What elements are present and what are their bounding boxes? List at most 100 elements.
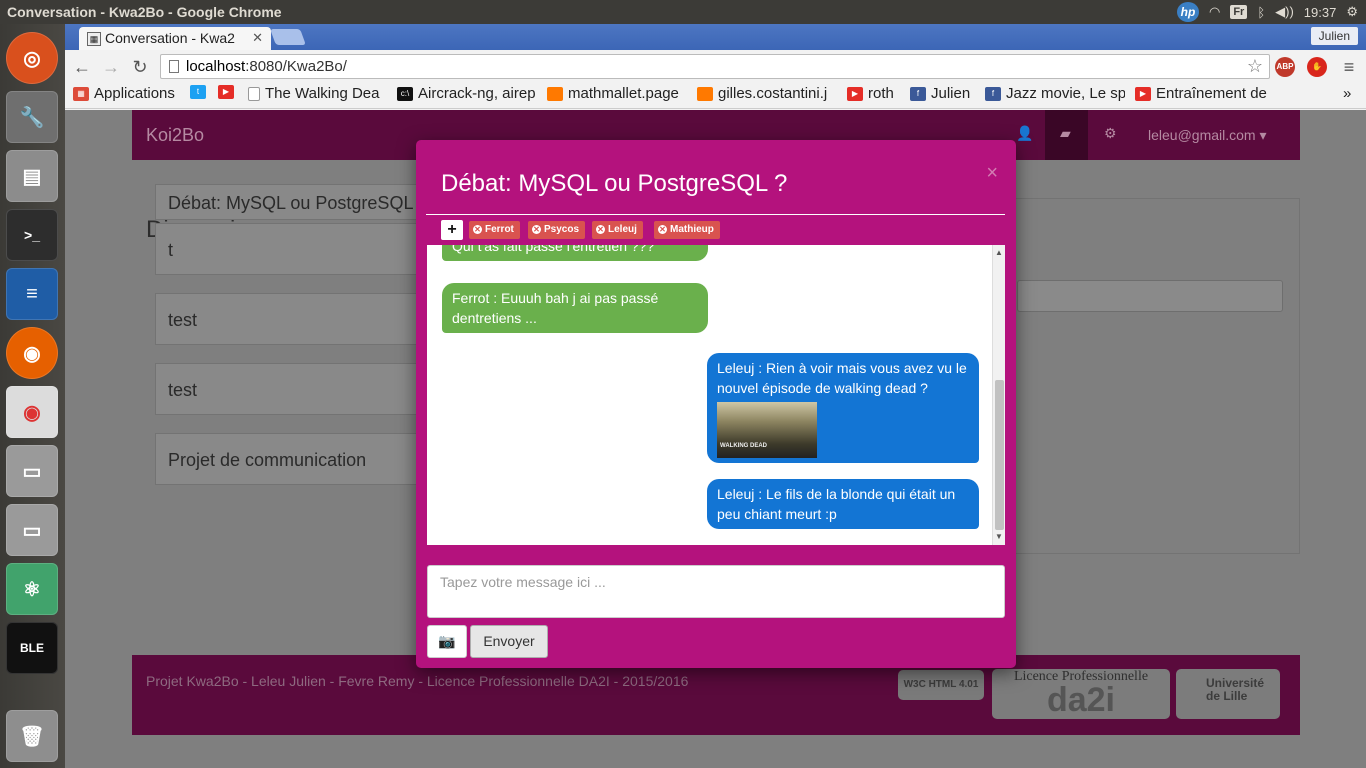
firefox-icon[interactable]: ◉ <box>6 327 58 379</box>
clock[interactable]: 19:37 <box>1304 5 1337 20</box>
url-text[interactable]: localhost:8080/Kwa2Bo/ <box>186 58 347 75</box>
universite-lille-logo: Université de Lille <box>1176 669 1280 719</box>
walking-dead-image[interactable]: WALKING DEAD <box>717 402 817 458</box>
discussion-item[interactable]: test <box>155 293 455 345</box>
scroll-down-arrow-icon[interactable]: ▼ <box>995 532 1003 541</box>
browser-tab[interactable]: ▦ Conversation - Kwa2 ✕ <box>79 27 271 50</box>
address-bar[interactable]: localhost:8080/Kwa2Bo/ ☆ <box>160 54 1270 79</box>
keyboard-layout-indicator[interactable]: Fr <box>1230 5 1248 19</box>
bookmark-roth[interactable]: ▶ roth <box>847 85 894 102</box>
system-tray: hp ◠ Fr ᛒ ◀)) 19:37 ⚙ <box>1176 2 1358 22</box>
comment-icon: ▰ <box>1060 125 1071 141</box>
nav-conversations[interactable]: ▰ <box>1045 110 1088 160</box>
unity-launcher: ◎ 🔧 ▤ >_ ≡ ◉ ◉ ▭ ▭ ⚛ BLE 🗑 <box>0 24 65 768</box>
terminal-icon[interactable]: >_ <box>6 209 58 261</box>
bookmark-walking-dead[interactable]: The Walking Dea <box>248 85 388 102</box>
message-bubble: Ferrot : Euuuh bah j ai pas passé dentre… <box>442 283 708 333</box>
bookmark-youtube[interactable]: ▶ <box>218 85 239 99</box>
participant-chip[interactable]: ✕ Leleuj <box>592 221 643 239</box>
message-text: Leleuj : Rien à voir mais vous avez vu l… <box>717 360 967 396</box>
remove-participant-icon[interactable]: ✕ <box>532 225 541 234</box>
reload-icon[interactable]: ↻ <box>129 56 151 78</box>
participant-chip[interactable]: ✕ Ferrot <box>469 221 520 239</box>
ubuntu-dash-icon[interactable]: ◎ <box>6 32 58 84</box>
participant-chip[interactable]: ✕ Psycos <box>528 221 586 239</box>
add-participant-button[interactable]: + <box>441 220 463 240</box>
bookmarks-overflow-button[interactable]: » <box>1343 85 1351 102</box>
wifi-icon[interactable]: ◠ <box>1209 4 1220 20</box>
writer-icon[interactable]: ≡ <box>6 268 58 320</box>
profile-button[interactable]: Julien <box>1310 27 1358 45</box>
files-icon[interactable]: ▤ <box>6 150 58 202</box>
close-icon[interactable]: × <box>986 162 998 185</box>
youtube-icon: ▶ <box>847 86 863 101</box>
bookmark-jazz[interactable]: f Jazz movie, Le sp <box>985 85 1125 102</box>
new-tab-button[interactable] <box>270 29 306 45</box>
remove-participant-icon[interactable]: ✕ <box>596 225 605 234</box>
message-bubble: Leleuj : Rien à voir mais vous avez vu l… <box>707 353 979 463</box>
bookmark-star-icon[interactable]: ☆ <box>1247 56 1263 77</box>
camera-icon: 📷 <box>438 633 456 649</box>
disk-drive-icon[interactable]: ▭ <box>6 504 58 556</box>
bookmark-gilles[interactable]: gilles.costantini.j <box>697 85 837 102</box>
tab-title: Conversation - Kwa2 <box>105 30 235 46</box>
bluetooth-icon[interactable]: ᛒ <box>1257 5 1265 20</box>
twitter-icon: t <box>190 85 206 99</box>
send-button[interactable]: Envoyer <box>470 625 548 658</box>
bookmark-entrainement[interactable]: ▶ Entraînement de <box>1135 85 1273 102</box>
page-info-icon[interactable] <box>169 60 179 73</box>
discussion-item[interactable]: test <box>155 363 455 415</box>
ble-app-icon[interactable]: BLE <box>6 622 58 674</box>
user-menu-dropdown[interactable]: leleu@gmail.com ▾ <box>1148 127 1267 144</box>
discussion-item[interactable]: Débat: MySQL ou PostgreSQL <box>155 184 455 220</box>
chrome-menu-icon[interactable]: ≡ <box>1338 56 1360 78</box>
messages-list[interactable]: Qui t'as fait passé l'entretien ??? Ferr… <box>427 245 1005 545</box>
system-settings-icon[interactable]: 🔧 <box>6 91 58 143</box>
scrollbar-thumb[interactable] <box>995 380 1004 530</box>
side-panel-input[interactable] <box>1017 280 1283 312</box>
message-bubble: Qui t'as fait passé l'entretien ??? <box>442 245 708 261</box>
orange-icon <box>697 86 713 101</box>
settings-gear-icon[interactable]: ⚙ <box>1104 125 1117 142</box>
system-top-panel: Conversation - Kwa2Bo - Google Chrome hp… <box>0 0 1366 24</box>
settings-gear-icon[interactable]: ⚙ <box>1346 4 1358 20</box>
bookmark-twitter[interactable]: t <box>190 85 211 99</box>
youtube-icon: ▶ <box>218 85 234 99</box>
modal-title: Débat: MySQL ou PostgreSQL ? <box>441 170 788 197</box>
remove-participant-icon[interactable]: ✕ <box>658 225 667 234</box>
participant-chip[interactable]: ✕ Mathieup <box>654 221 720 239</box>
close-tab-icon[interactable]: ✕ <box>252 30 263 46</box>
conversation-modal: Débat: MySQL ou PostgreSQL ? × + ✕ Ferrot… <box>416 140 1016 668</box>
chrome-icon[interactable]: ◉ <box>6 386 58 438</box>
bookmark-julien[interactable]: f Julien <box>910 85 970 102</box>
bookmark-apps[interactable]: ▦ Applications <box>73 85 175 102</box>
hp-icon[interactable]: hp <box>1176 2 1199 22</box>
apps-grid-icon: ▦ <box>73 86 89 101</box>
site-brand[interactable]: Koi2Bo <box>146 125 204 146</box>
atom-icon[interactable]: ⚛ <box>6 563 58 615</box>
message-input[interactable] <box>427 565 1005 618</box>
w3c-html-badge[interactable]: W3C HTML 4.01 <box>898 670 984 700</box>
scroll-up-arrow-icon[interactable]: ▲ <box>995 248 1003 257</box>
facebook-icon: f <box>910 86 926 101</box>
trash-icon[interactable]: 🗑 <box>6 710 58 762</box>
remove-participant-icon[interactable]: ✕ <box>473 225 482 234</box>
back-arrow-icon[interactable]: ← <box>71 56 93 78</box>
page-icon <box>248 86 260 101</box>
footer-credits: Projet Kwa2Bo - Leleu Julien - Fevre Rem… <box>146 673 689 689</box>
bookmark-aircrack[interactable]: c:\ Aircrack-ng, airep <box>397 85 535 102</box>
adblock-plus-icon[interactable]: ABP <box>1275 57 1295 77</box>
ublock-icon[interactable]: ✋ <box>1307 57 1327 77</box>
volume-icon[interactable]: ◀)) <box>1275 4 1294 20</box>
forward-arrow-icon[interactable]: → <box>100 56 122 78</box>
disk-drive-icon[interactable]: ▭ <box>6 445 58 497</box>
discussion-item[interactable]: t <box>155 223 455 275</box>
youtube-icon: ▶ <box>1135 86 1151 101</box>
user-icon[interactable]: 👤 <box>1016 125 1033 142</box>
page-viewport: Koi2Bo 👤 ▰ ⚙ leleu@gmail.com ▾ Discussio… <box>65 110 1366 768</box>
messages-scrollbar[interactable]: ▲ ▼ <box>992 245 1005 545</box>
bookmark-mathmallet[interactable]: mathmallet.page <box>547 85 685 102</box>
orange-icon <box>547 86 563 101</box>
camera-button[interactable]: 📷 <box>427 625 467 658</box>
discussion-item[interactable]: Projet de communication <box>155 433 455 485</box>
